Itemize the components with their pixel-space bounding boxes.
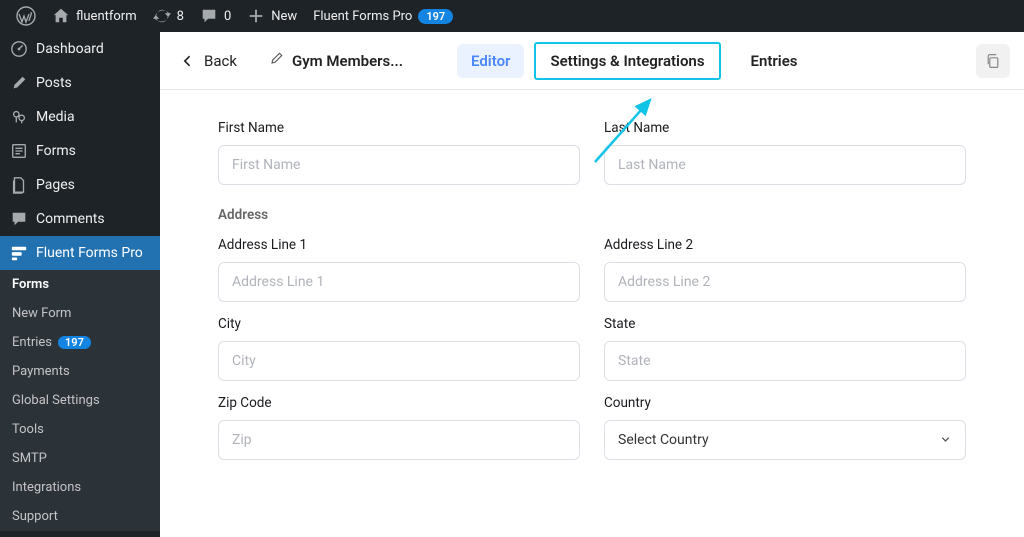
sidebar-item-label: Comments xyxy=(36,211,105,227)
sub-item-forms[interactable]: Forms xyxy=(0,270,160,299)
wp-logo[interactable] xyxy=(8,0,44,32)
plugin-link[interactable]: Fluent Forms Pro 197 xyxy=(305,0,461,32)
label-first-name: First Name xyxy=(218,120,580,136)
back-label: Back xyxy=(204,52,237,70)
sub-item-smtp[interactable]: SMTP xyxy=(0,444,160,473)
sub-item-label: Global Settings xyxy=(12,393,100,408)
tabs-bar: Back Gym Members... Editor Settings & In… xyxy=(160,32,1024,90)
site-name: fluentform xyxy=(76,9,137,24)
tab-label: Settings & Integrations xyxy=(550,52,704,70)
sub-item-label: Entries xyxy=(12,335,52,350)
sidebar-item-dashboard[interactable]: Dashboard xyxy=(0,32,160,66)
country-select[interactable]: Select Country xyxy=(604,420,966,460)
back-button[interactable]: Back xyxy=(180,52,255,70)
label-addr2: Address Line 2 xyxy=(604,237,966,253)
tab-settings[interactable]: Settings & Integrations xyxy=(534,42,720,80)
addr2-input[interactable] xyxy=(604,262,966,302)
sub-item-entries[interactable]: Entries 197 xyxy=(0,328,160,357)
sidebar-item-fluent-forms[interactable]: Fluent Forms Pro xyxy=(0,236,160,270)
form-name-text: Gym Members... xyxy=(292,52,403,70)
sub-item-global-settings[interactable]: Global Settings xyxy=(0,386,160,415)
sidebar-item-label: Dashboard xyxy=(36,41,104,57)
admin-bar: fluentform 8 0 New Fluent Forms Pro 197 xyxy=(0,0,1024,32)
comments-link[interactable]: 0 xyxy=(192,0,239,32)
sub-item-label: Forms xyxy=(12,277,49,292)
sidebar-item-label: Pages xyxy=(36,177,75,193)
label-state: State xyxy=(604,316,966,332)
sidebar-submenu: Forms New Form Entries 197 Payments Globa… xyxy=(0,270,160,531)
comments-count: 0 xyxy=(224,9,231,24)
copy-button[interactable] xyxy=(976,44,1010,78)
sidebar-item-media[interactable]: Media xyxy=(0,100,160,134)
plugin-name: Fluent Forms Pro xyxy=(313,9,412,24)
tab-label: Editor xyxy=(471,52,510,70)
tabs: Editor Settings & Integrations Entries xyxy=(457,42,811,80)
first-name-input[interactable] xyxy=(218,145,580,185)
updates-count: 8 xyxy=(177,9,184,24)
updates-link[interactable]: 8 xyxy=(145,0,192,32)
sub-item-label: Payments xyxy=(12,364,70,379)
address-section-label: Address xyxy=(218,207,966,223)
site-link[interactable]: fluentform xyxy=(44,0,145,32)
pencil-icon xyxy=(269,51,284,70)
label-country: Country xyxy=(604,395,966,411)
sidebar-item-comments[interactable]: Comments xyxy=(0,202,160,236)
sub-item-label: New Form xyxy=(12,306,71,321)
sub-item-support[interactable]: Support xyxy=(0,502,160,531)
sidebar-item-forms[interactable]: Forms xyxy=(0,134,160,168)
label-addr1: Address Line 1 xyxy=(218,237,580,253)
copy-icon xyxy=(985,53,1001,69)
main-content: Back Gym Members... Editor Settings & In… xyxy=(160,32,1024,537)
last-name-input[interactable] xyxy=(604,145,966,185)
sidebar-item-pages[interactable]: Pages xyxy=(0,168,160,202)
label-last-name: Last Name xyxy=(604,120,966,136)
new-link[interactable]: New xyxy=(239,0,305,32)
sub-item-label: SMTP xyxy=(12,451,47,466)
form-name[interactable]: Gym Members... xyxy=(255,51,417,70)
state-input[interactable] xyxy=(604,341,966,381)
sub-item-tools[interactable]: Tools xyxy=(0,415,160,444)
tab-editor[interactable]: Editor xyxy=(457,44,524,78)
city-input[interactable] xyxy=(218,341,580,381)
label-zip: Zip Code xyxy=(218,395,580,411)
sub-item-label: Integrations xyxy=(12,480,81,495)
sidebar-item-label: Forms xyxy=(36,143,76,159)
arrow-left-icon xyxy=(180,53,196,69)
sub-item-label: Tools xyxy=(12,422,44,437)
label-city: City xyxy=(218,316,580,332)
addr1-input[interactable] xyxy=(218,262,580,302)
sidebar-item-label: Posts xyxy=(36,75,72,91)
sidebar-item-label: Media xyxy=(36,109,75,125)
zip-input[interactable] xyxy=(218,420,580,460)
entries-badge: 197 xyxy=(58,336,91,349)
sub-item-payments[interactable]: Payments xyxy=(0,357,160,386)
sub-item-integrations[interactable]: Integrations xyxy=(0,473,160,502)
sidebar-item-posts[interactable]: Posts xyxy=(0,66,160,100)
sub-item-new-form[interactable]: New Form xyxy=(0,299,160,328)
sidebar: Dashboard Posts Media Forms Pages Commen… xyxy=(0,32,160,537)
sidebar-item-label: Fluent Forms Pro xyxy=(36,245,143,261)
form-area: First Name Last Name Address Address Lin… xyxy=(160,90,1024,494)
tab-entries[interactable]: Entries xyxy=(737,44,812,78)
tab-label: Entries xyxy=(751,52,798,70)
sub-item-label: Support xyxy=(12,509,58,524)
plugin-badge: 197 xyxy=(418,9,453,24)
new-label: New xyxy=(271,9,297,24)
